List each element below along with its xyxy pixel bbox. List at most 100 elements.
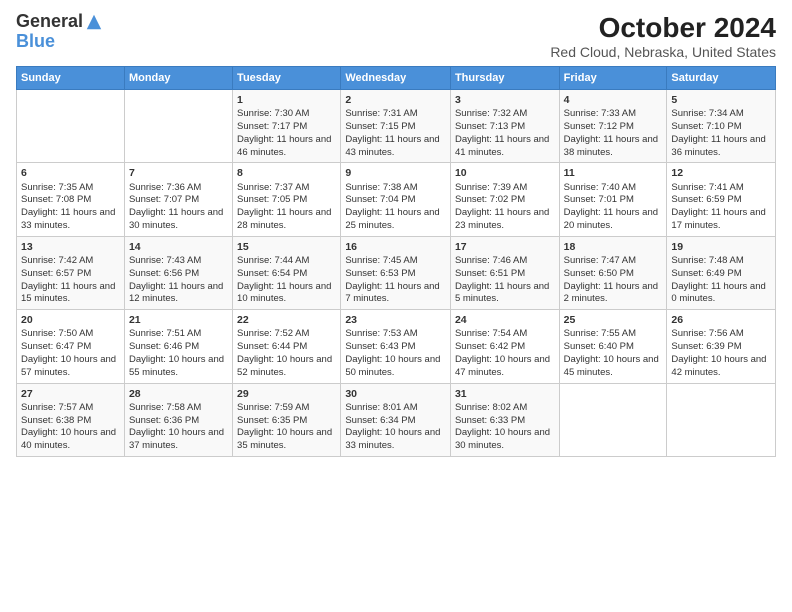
sunset-text: Sunset: 6:42 PM — [455, 341, 525, 352]
day-number: 28 — [129, 387, 228, 401]
sunset-text: Sunset: 6:49 PM — [671, 268, 741, 279]
table-row: 29Sunrise: 7:59 AMSunset: 6:35 PMDayligh… — [233, 383, 341, 456]
sunset-text: Sunset: 6:39 PM — [671, 341, 741, 352]
sunrise-text: Sunrise: 7:39 AM — [455, 182, 527, 193]
sunset-text: Sunset: 6:47 PM — [21, 341, 91, 352]
sunrise-text: Sunrise: 7:51 AM — [129, 328, 201, 339]
sunset-text: Sunset: 6:33 PM — [455, 415, 525, 426]
sunset-text: Sunset: 7:05 PM — [237, 194, 307, 205]
sunset-text: Sunset: 6:40 PM — [564, 341, 634, 352]
sunrise-text: Sunrise: 7:41 AM — [671, 182, 743, 193]
table-row: 8 Sunrise: 7:37 AMSunset: 7:05 PM Daylight… — [233, 163, 341, 236]
sunrise-text: Sunrise: 7:50 AM — [21, 328, 93, 339]
table-row: 2Sunrise: 7:31 AMSunset: 7:15 PMDaylight… — [341, 90, 451, 163]
table-row: 26Sunrise: 7:56 AMSunset: 6:39 PMDayligh… — [667, 310, 776, 383]
logo-icon — [85, 13, 103, 31]
daylight-text: Daylight: 10 hours and 50 minutes. — [345, 354, 440, 378]
sunset-text: Sunset: 7:17 PM — [237, 121, 307, 132]
table-row: 11Sunrise: 7:40 AMSunset: 7:01 PMDayligh… — [559, 163, 667, 236]
daylight-text: Daylight: 11 hours and 25 minutes. — [345, 207, 439, 231]
day-number: 24 — [455, 313, 555, 327]
day-number: 23 — [345, 313, 446, 327]
day-number: 19 — [671, 240, 771, 254]
day-number: 20 — [21, 313, 120, 327]
table-row — [17, 90, 125, 163]
sunrise-text: Sunrise: 7:30 AM — [237, 108, 309, 119]
daylight-text: Daylight: 11 hours and 20 minutes. — [564, 207, 658, 231]
daylight-text: Daylight: 10 hours and 30 minutes. — [455, 427, 550, 451]
daylight-text: Daylight: 11 hours and 30 minutes. — [129, 207, 223, 231]
logo-text2: Blue — [16, 32, 103, 52]
month-title: October 2024 — [550, 12, 776, 44]
table-row: 13Sunrise: 7:42 AMSunset: 6:57 PMDayligh… — [17, 236, 125, 309]
sunset-text: Sunset: 6:38 PM — [21, 415, 91, 426]
day-number: 6 — [21, 166, 120, 180]
location-subtitle: Red Cloud, Nebraska, United States — [550, 44, 776, 60]
sunrise-text: Sunrise: 7:45 AM — [345, 255, 417, 266]
header: General Blue October 2024 Red Cloud, Neb… — [16, 12, 776, 60]
table-row: 15Sunrise: 7:44 AMSunset: 6:54 PMDayligh… — [233, 236, 341, 309]
sunset-text: Sunset: 7:02 PM — [455, 194, 525, 205]
table-row: 18Sunrise: 7:47 AMSunset: 6:50 PMDayligh… — [559, 236, 667, 309]
sunset-text: Sunset: 6:36 PM — [129, 415, 199, 426]
daylight-text: Daylight: 10 hours and 35 minutes. — [237, 427, 332, 451]
sunrise-text: Sunrise: 7:54 AM — [455, 328, 527, 339]
sunset-text: Sunset: 7:13 PM — [455, 121, 525, 132]
daylight-text: Daylight: 10 hours and 57 minutes. — [21, 354, 116, 378]
title-block: October 2024 Red Cloud, Nebraska, United… — [550, 12, 776, 60]
sunrise-text: Sunrise: 7:35 AM — [21, 182, 93, 193]
table-row: 7Sunrise: 7:36 AMSunset: 7:07 PMDaylight… — [124, 163, 232, 236]
sunset-text: Sunset: 6:51 PM — [455, 268, 525, 279]
table-row: 31Sunrise: 8:02 AM Sunset: 6:33 PMDayligh… — [450, 383, 559, 456]
daylight-text: Daylight: 11 hours and 0 minutes. — [671, 281, 765, 305]
sunrise-text: Sunrise: 7:44 AM — [237, 255, 309, 266]
sunrise-text: Sunrise: 8:02 AM — [455, 402, 527, 413]
daylight-text: Daylight: 11 hours and 2 minutes. — [564, 281, 658, 305]
day-number: 13 — [21, 240, 120, 254]
day-number: 5 — [671, 93, 771, 107]
table-row: 28Sunrise: 7:58 AMSunset: 6:36 PMDayligh… — [124, 383, 232, 456]
day-number: 25 — [564, 313, 663, 327]
daylight-text: Daylight: 11 hours and 10 minutes. — [237, 281, 331, 305]
sunrise-text: Sunrise: 7:42 AM — [21, 255, 93, 266]
daylight-text: Daylight: 10 hours and 52 minutes. — [237, 354, 332, 378]
table-row: 10Sunrise: 7:39 AMSunset: 7:02 PMDayligh… — [450, 163, 559, 236]
table-row: 16Sunrise: 7:45 AMSunset: 6:53 PMDayligh… — [341, 236, 451, 309]
sunset-text: Sunset: 6:57 PM — [21, 268, 91, 279]
day-number: 30 — [345, 387, 446, 401]
daylight-text: Daylight: 11 hours and 36 minutes. — [671, 134, 765, 158]
daylight-text: Daylight: 10 hours and 42 minutes. — [671, 354, 766, 378]
page: General Blue October 2024 Red Cloud, Neb… — [0, 0, 792, 612]
day-number: 31 — [455, 387, 555, 401]
daylight-text: Daylight: 11 hours and 23 minutes. — [455, 207, 549, 231]
sunset-text: Sunset: 6:35 PM — [237, 415, 307, 426]
sunset-text: Sunset: 7:01 PM — [564, 194, 634, 205]
day-number: 29 — [237, 387, 336, 401]
table-row: 5Sunrise: 7:34 AMSunset: 7:10 PMDaylight… — [667, 90, 776, 163]
header-monday: Monday — [124, 67, 232, 90]
sunset-text: Sunset: 6:54 PM — [237, 268, 307, 279]
sunrise-text: Sunrise: 7:32 AM — [455, 108, 527, 119]
sunrise-text: Sunrise: 7:40 AM — [564, 182, 636, 193]
day-number: 4 — [564, 93, 663, 107]
daylight-text: Daylight: 11 hours and 28 minutes. — [237, 207, 331, 231]
day-number: 26 — [671, 313, 771, 327]
sunrise-text: Sunrise: 7:33 AM — [564, 108, 636, 119]
day-number: 9 — [345, 166, 446, 180]
sunset-text: Sunset: 7:15 PM — [345, 121, 415, 132]
sunrise-text: Sunrise: 7:37 AM — [237, 182, 309, 193]
sunrise-text: Sunrise: 7:46 AM — [455, 255, 527, 266]
daylight-text: Daylight: 11 hours and 41 minutes. — [455, 134, 549, 158]
calendar-table: Sunday Monday Tuesday Wednesday Thursday… — [16, 66, 776, 457]
sunset-text: Sunset: 7:10 PM — [671, 121, 741, 132]
day-number: 12 — [671, 166, 771, 180]
day-number: 3 — [455, 93, 555, 107]
sunrise-text: Sunrise: 7:47 AM — [564, 255, 636, 266]
day-number: 8 — [237, 166, 336, 180]
day-number: 14 — [129, 240, 228, 254]
table-row: 27Sunrise: 7:57 AMSunset: 6:38 PMDayligh… — [17, 383, 125, 456]
sunrise-text: Sunrise: 7:36 AM — [129, 182, 201, 193]
table-row: 3Sunrise: 7:32 AM Sunset: 7:13 PM Daylight… — [450, 90, 559, 163]
sunrise-text: Sunrise: 7:38 AM — [345, 182, 417, 193]
table-row: 23Sunrise: 7:53 AMSunset: 6:43 PMDayligh… — [341, 310, 451, 383]
